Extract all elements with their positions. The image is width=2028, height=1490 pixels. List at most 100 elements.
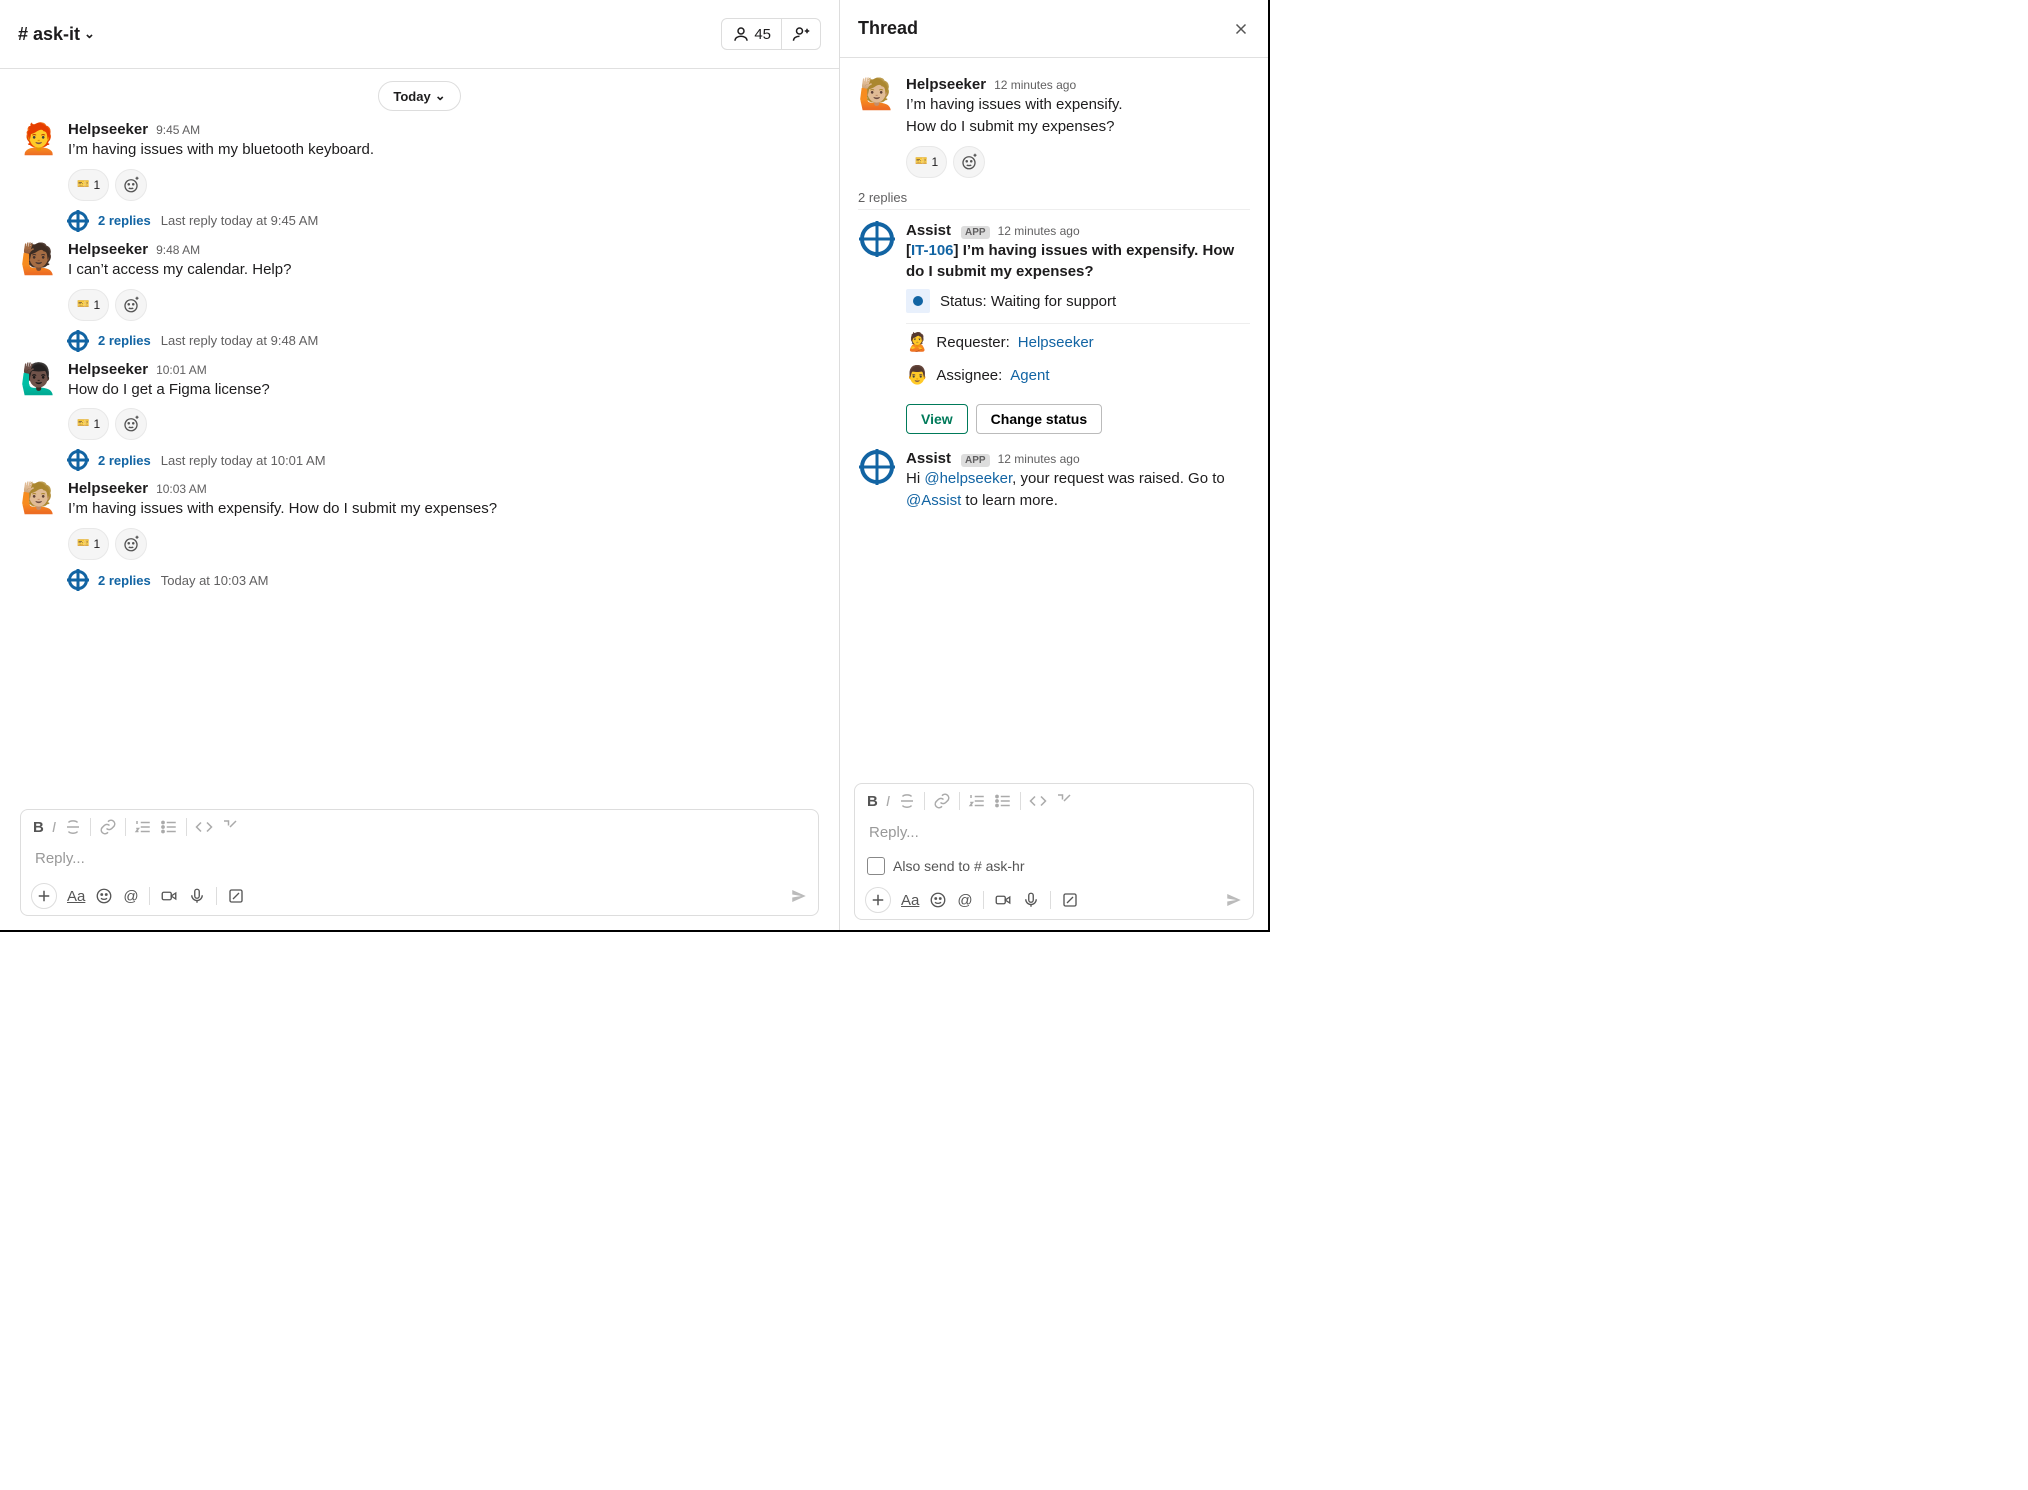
italic-icon[interactable]: I — [886, 793, 890, 810]
assignee-link[interactable]: Agent — [1010, 367, 1049, 384]
thread-composer: B I Reply... Also send to # ask-hr Aa — [854, 783, 1254, 920]
close-icon[interactable] — [1232, 20, 1250, 38]
thread-link[interactable]: 2 replies Last reply today at 9:45 AM — [68, 211, 819, 231]
video-icon[interactable] — [994, 891, 1012, 909]
checkbox-icon[interactable] — [867, 857, 885, 875]
emoji-icon[interactable] — [95, 887, 113, 905]
format-toolbar: B I — [21, 810, 818, 844]
timestamp: 10:01 AM — [156, 363, 207, 377]
thread-link[interactable]: 2 replies Today at 10:03 AM — [68, 570, 819, 590]
italic-icon[interactable]: I — [52, 819, 56, 836]
smile-plus-icon — [122, 535, 140, 553]
assist-avatar-icon[interactable] — [860, 450, 894, 484]
composer-actions: Aa @ — [21, 877, 818, 915]
avatar[interactable]: 🙋🏼 — [20, 480, 58, 518]
add-icon[interactable] — [865, 887, 891, 913]
text-format-icon[interactable]: Aa — [67, 888, 85, 905]
code-icon[interactable] — [1029, 792, 1047, 810]
mic-icon[interactable] — [1022, 891, 1040, 909]
author[interactable]: Helpseeker — [68, 241, 148, 258]
reaction[interactable]: 🎫1 — [68, 528, 109, 560]
shortcut-icon[interactable] — [1061, 891, 1079, 909]
avatar[interactable]: 🙋🏾 — [20, 241, 58, 279]
message-composer: B I Reply... Aa @ — [20, 809, 819, 916]
mention[interactable]: @Assist — [906, 492, 961, 509]
strike-icon[interactable] — [64, 818, 82, 836]
change-status-button[interactable]: Change status — [976, 404, 1102, 434]
emoji-icon[interactable] — [929, 891, 947, 909]
add-icon[interactable] — [31, 883, 57, 909]
ordered-list-icon[interactable] — [134, 818, 152, 836]
timestamp: 10:03 AM — [156, 482, 207, 496]
mention-icon[interactable]: @ — [123, 888, 138, 905]
add-reaction-button[interactable] — [115, 169, 147, 201]
code-icon[interactable] — [195, 818, 213, 836]
view-button[interactable]: View — [906, 404, 968, 434]
author[interactable]: Assist — [906, 450, 951, 467]
message-list: Today ⌄ 🧑‍🦰 Helpseeker9:45 AM I’m having… — [0, 69, 839, 799]
shortcut-icon[interactable] — [227, 887, 245, 905]
reaction[interactable]: 🎫1 — [906, 146, 947, 178]
also-send-label: Also send to # ask-hr — [893, 858, 1025, 874]
add-reaction-button[interactable] — [115, 528, 147, 560]
member-count: 45 — [754, 26, 771, 43]
requester-row: 🙎 Requester: Helpseeker — [906, 323, 1250, 361]
text-format-icon[interactable]: Aa — [901, 892, 919, 909]
also-send-row[interactable]: Also send to # ask-hr — [855, 851, 1253, 881]
author[interactable]: Helpseeker — [68, 361, 148, 378]
thread-link[interactable]: 2 replies Last reply today at 9:48 AM — [68, 331, 819, 351]
strike-icon[interactable] — [898, 792, 916, 810]
author[interactable]: Helpseeker — [68, 121, 148, 138]
author[interactable]: Assist — [906, 222, 951, 239]
code-block-icon[interactable] — [221, 818, 239, 836]
link-icon[interactable] — [933, 792, 951, 810]
add-reaction-button[interactable] — [115, 408, 147, 440]
code-block-icon[interactable] — [1055, 792, 1073, 810]
assist-icon — [68, 211, 88, 231]
avatar[interactable]: 🙋🏿‍♂️ — [20, 361, 58, 399]
thread-link[interactable]: 2 replies Last reply today at 10:01 AM — [68, 450, 819, 470]
bold-icon[interactable]: B — [867, 793, 878, 810]
reaction[interactable]: 🎫1 — [68, 289, 109, 321]
assist-avatar-icon[interactable] — [860, 222, 894, 256]
mic-icon[interactable] — [188, 887, 206, 905]
app-badge: APP — [961, 226, 990, 239]
ticket-link[interactable]: IT-106 — [911, 242, 954, 259]
add-reaction-button[interactable] — [115, 289, 147, 321]
author[interactable]: Helpseeker — [68, 480, 148, 497]
author[interactable]: Helpseeker — [906, 76, 986, 93]
message-text: I’m having issues with my bluetooth keyb… — [68, 139, 819, 161]
add-member-button[interactable] — [781, 19, 820, 49]
send-icon[interactable] — [790, 887, 808, 905]
bold-icon[interactable]: B — [33, 819, 44, 836]
member-count-button[interactable]: 45 — [722, 19, 781, 49]
thread-reply: Assist APP 12 minutes ago [IT-106] I’m h… — [840, 214, 1268, 443]
bullet-list-icon[interactable] — [994, 792, 1012, 810]
date-divider[interactable]: Today ⌄ — [378, 81, 460, 111]
ordered-list-icon[interactable] — [968, 792, 986, 810]
replies-divider: 2 replies — [858, 190, 1250, 210]
avatar[interactable]: 🙋🏼 — [858, 76, 896, 114]
reaction[interactable]: 🎫1 — [68, 169, 109, 201]
person-emoji-icon: 👨 — [906, 365, 928, 386]
add-reaction-button[interactable] — [953, 146, 985, 178]
link-icon[interactable] — [99, 818, 117, 836]
message-text: I can’t access my calendar. Help? — [68, 259, 819, 281]
mention[interactable]: @helpseeker — [924, 470, 1012, 487]
video-icon[interactable] — [160, 887, 178, 905]
smile-plus-icon — [122, 176, 140, 194]
channel-name: # ask-it — [18, 24, 80, 45]
mention-icon[interactable]: @ — [957, 892, 972, 909]
ticket-icon: 🎫 — [77, 300, 89, 310]
message: 🙋🏿‍♂️ Helpseeker10:01 AM How do I get a … — [0, 351, 839, 471]
requester-link[interactable]: Helpseeker — [1018, 334, 1094, 351]
ticket-icon: 🎫 — [915, 157, 927, 167]
channel-name-button[interactable]: # ask-it ⌄ — [18, 24, 95, 45]
thread-composer-input[interactable]: Reply... — [855, 818, 1253, 851]
avatar[interactable]: 🧑‍🦰 — [20, 121, 58, 159]
bullet-list-icon[interactable] — [160, 818, 178, 836]
assignee-row: 👨 Assignee: Agent — [906, 365, 1250, 394]
send-icon[interactable] — [1225, 891, 1243, 909]
reaction[interactable]: 🎫1 — [68, 408, 109, 440]
composer-input[interactable]: Reply... — [21, 844, 818, 877]
